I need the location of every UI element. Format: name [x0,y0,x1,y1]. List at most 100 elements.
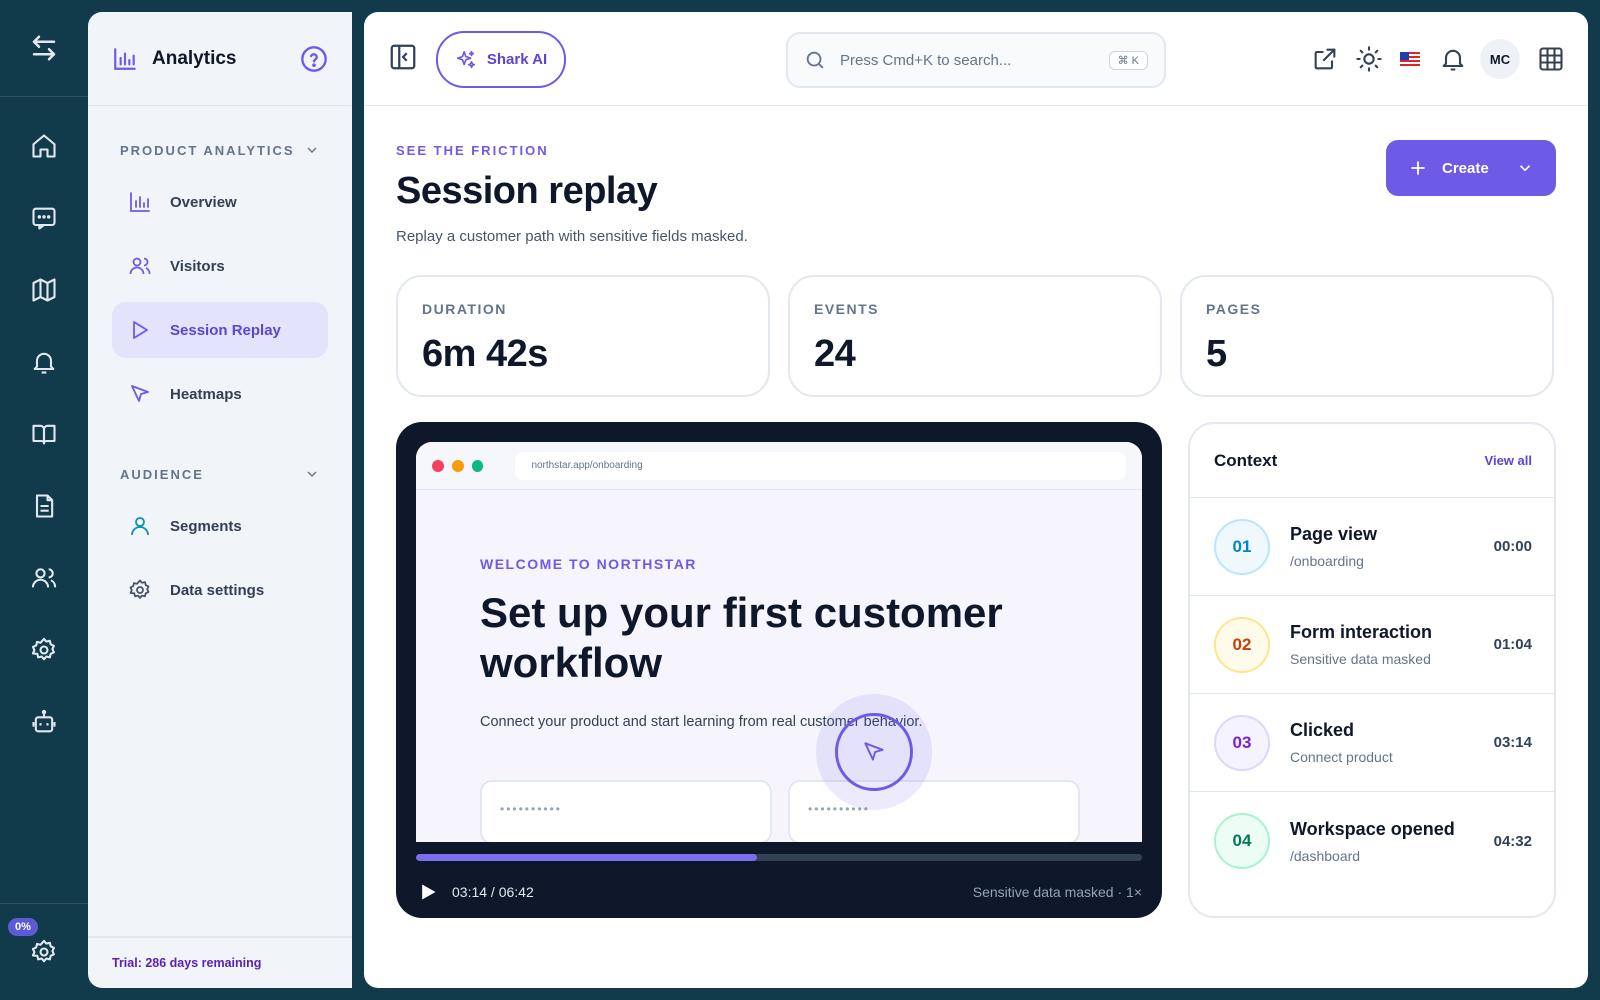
create-button[interactable]: Create [1386,140,1556,196]
event-time: 03:14 [1493,734,1532,751]
shark-ai-button[interactable]: Shark AI [436,31,566,88]
book-icon[interactable] [26,416,62,452]
robot-icon[interactable] [26,704,62,740]
event-time: 01:04 [1493,636,1532,653]
search-input[interactable] [840,51,1109,69]
avatar[interactable]: MC [1480,39,1520,79]
section-audience[interactable]: AUDIENCE [88,464,352,484]
sidebar-item-heatmaps[interactable]: Heatmaps [112,366,328,422]
context-title: Context [1214,450,1278,470]
theme-sun-icon[interactable] [1352,42,1386,76]
playback-progress-bar[interactable] [416,854,1142,861]
play-icon[interactable] [418,882,438,902]
event-time: 04:32 [1493,832,1532,850]
context-panel: Context View all 01 Page view/onboarding 0… [1188,422,1556,918]
context-event-row[interactable]: 03 Clicked Connect product 03:14 [1190,694,1554,792]
event-body: Page view/onboarding [1290,524,1494,569]
page-title: Session replay [396,170,658,212]
event-number: 02 [1214,616,1270,673]
event-name: Page view [1290,524,1378,544]
masked-field: •••••••••• [480,780,772,842]
search-shortcut: ⌘ K [1108,50,1148,70]
sidebar-item-segments[interactable]: Segments [112,498,328,554]
stat-card-events: EVENTS 24 [788,275,1162,397]
users-icon [128,254,152,278]
settings-icon[interactable] [26,632,62,668]
replay-screen[interactable]: northstar.app/onboarding WELCOME TO NORT… [416,442,1142,842]
sidebar-title: Analytics [152,47,237,69]
chat-icon[interactable] [26,200,62,236]
gear-icon [128,578,152,602]
context-header: Context View all [1190,424,1554,498]
cursor-pointer-icon [861,739,887,765]
users-icon[interactable] [26,560,62,596]
map-icon[interactable] [26,272,62,308]
icon-rail: 0% [0,0,88,1000]
url-bar: northstar.app/onboarding [515,451,1127,480]
sidebar: Analytics PRODUCT ANALYTICS Overview Vis… [88,12,352,988]
window-minimize-dot [451,459,464,472]
stat-value: 5 [1206,333,1227,375]
stat-card-pages: PAGES 5 [1180,275,1554,397]
rail-settings-icon[interactable] [26,934,62,970]
sidebar-item-label: Overview [170,193,237,211]
event-name: Clicked [1290,720,1355,740]
play-icon [128,318,152,342]
bell-icon[interactable] [26,344,62,380]
chevron-down-icon [304,142,320,158]
collapse-sidebar-icon[interactable] [388,42,422,76]
context-event-row[interactable]: 02 Form interaction Sensitive data masked 0… [1190,596,1554,694]
stat-label: EVENTS [814,301,880,317]
home-icon[interactable] [26,128,62,164]
sidebar-item-overview[interactable]: Overview [112,174,328,230]
section-product-analytics[interactable]: PRODUCT ANALYTICS [88,140,352,160]
plus-icon [1408,158,1428,178]
shark-ai-label: Shark AI [486,51,548,68]
search-box: ⌘ K [786,32,1166,88]
session-player: northstar.app/onboarding WELCOME TO NORT… [396,422,1162,918]
bar-chart-icon [128,190,152,214]
context-event-row[interactable]: 01 Page view/onboarding 00:00 [1190,498,1554,596]
sidebar-item-session-replay[interactable]: Session Replay [112,302,328,358]
page-eyebrow: SEE THE FRICTION [396,143,549,158]
stat-card-duration: DURATION 6m 42s [396,275,770,397]
section-label: AUDIENCE [120,466,204,482]
event-number: 01 [1214,518,1270,575]
context-event-row[interactable]: 04 Workspace opened/dashboard 04:32 [1190,792,1554,890]
swap-arrows-icon[interactable] [29,33,59,63]
window-maximize-dot [471,459,484,472]
sparkles-icon [455,49,477,71]
stat-value: 24 [814,333,856,375]
playback-time: 03:14 / 06:42 [452,884,534,900]
stat-label: PAGES [1206,301,1262,317]
sidebar-item-label: Heatmaps [170,385,242,403]
apps-grid-icon[interactable] [1534,42,1568,76]
external-link-icon[interactable] [1308,42,1342,76]
event-detail: /dashboard [1290,847,1361,864]
event-time: 00:00 [1493,538,1532,555]
sidebar-item-visitors[interactable]: Visitors [112,238,328,294]
event-body: Form interaction Sensitive data masked [1290,622,1494,667]
cursor-ring [835,713,913,791]
playback-note: Sensitive data masked · 1× [972,884,1142,900]
document-icon[interactable] [26,488,62,524]
chevron-down-icon [1516,159,1534,177]
event-name: Workspace opened [1290,818,1455,839]
stat-value: 6m 42s [422,333,548,375]
user-icon [128,514,152,538]
event-number: 04 [1214,813,1270,869]
playback-progress-fill [416,854,758,861]
event-detail: Connect product [1290,749,1393,765]
browser-bar: northstar.app/onboarding [416,442,1142,490]
help-icon[interactable] [300,45,328,73]
section-label: PRODUCT ANALYTICS [120,142,295,158]
stat-label: DURATION [422,301,507,317]
notifications-bell-icon[interactable] [1436,42,1470,76]
sidebar-item-label: Visitors [170,257,225,275]
us-flag-icon[interactable] [1400,52,1420,66]
event-detail: /onboarding [1290,553,1364,569]
view-all-link[interactable]: View all [1485,453,1532,468]
event-body: Clicked Connect product [1290,720,1494,765]
trial-notice[interactable]: Trial: 286 days remaining [88,936,352,988]
sidebar-item-data-settings[interactable]: Data settings [112,562,328,618]
